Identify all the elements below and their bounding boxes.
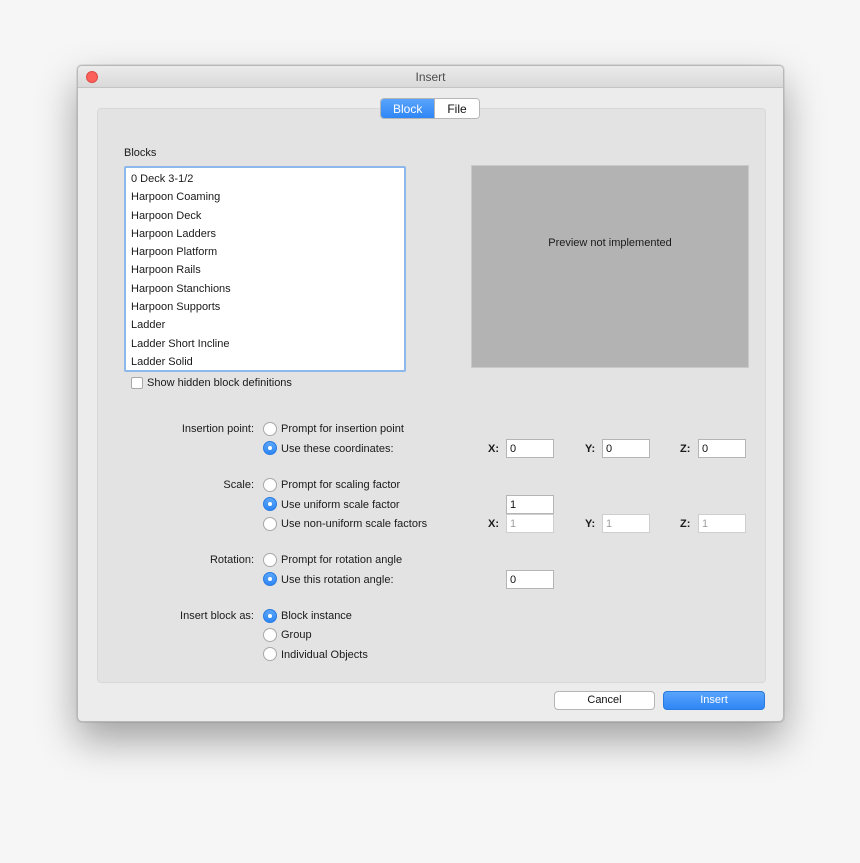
- preview-text: Preview not implemented: [548, 236, 672, 249]
- block-preview: Preview not implemented: [471, 165, 749, 368]
- insert-dialog: Insert Block File Blocks 0 Deck 3-1/2 Ha…: [77, 65, 784, 722]
- scale-y-input[interactable]: 1: [602, 514, 650, 533]
- list-item[interactable]: Harpoon Rails: [126, 261, 404, 279]
- insertion-x-label: X:: [488, 443, 499, 455]
- list-item[interactable]: Ladder: [126, 316, 404, 334]
- radio-block-instance-label: Block instance: [281, 610, 352, 622]
- scale-x-input[interactable]: 1: [506, 514, 554, 533]
- insert-button[interactable]: Insert: [663, 691, 765, 710]
- insertion-point-label: Insertion point:: [181, 423, 254, 435]
- radio-prompt-scale-label: Prompt for scaling factor: [281, 479, 401, 491]
- rotation-label: Rotation:: [209, 554, 254, 566]
- scale-x-label: X:: [488, 518, 499, 530]
- list-item[interactable]: Harpoon Platform: [126, 243, 404, 261]
- blocks-list[interactable]: 0 Deck 3-1/2 Harpoon Coaming Harpoon Dec…: [124, 166, 406, 372]
- radio-group-label: Group: [281, 629, 312, 641]
- radio-block-instance[interactable]: [263, 609, 277, 623]
- list-item[interactable]: Harpoon Stanchions: [126, 280, 404, 298]
- radio-prompt-rotation-label: Prompt for rotation angle: [281, 554, 403, 566]
- blocks-label: Blocks: [124, 147, 157, 159]
- tab-block[interactable]: Block: [381, 99, 435, 118]
- list-item[interactable]: 0 Deck 3-1/2: [126, 170, 404, 188]
- list-item[interactable]: Harpoon Ladders: [126, 225, 404, 243]
- radio-use-coordinates[interactable]: [263, 441, 277, 455]
- radio-rotation-angle[interactable]: [263, 572, 277, 586]
- radio-prompt-insertion-label: Prompt for insertion point: [281, 423, 404, 435]
- show-hidden-checkbox[interactable]: [131, 377, 143, 389]
- radio-prompt-scale[interactable]: [263, 478, 277, 492]
- scale-y-label: Y:: [585, 518, 596, 530]
- window-title: Insert: [415, 70, 446, 84]
- insert-as-label: Insert block as:: [180, 610, 254, 622]
- radio-prompt-insertion[interactable]: [263, 422, 277, 436]
- radio-uniform-scale-label: Use uniform scale factor: [281, 499, 400, 511]
- radio-group[interactable]: [263, 628, 277, 642]
- insertion-z-input[interactable]: 0: [698, 439, 746, 458]
- uniform-scale-input[interactable]: 1: [506, 495, 554, 514]
- insertion-y-label: Y:: [585, 443, 596, 455]
- list-item[interactable]: Harpoon Deck: [126, 207, 404, 225]
- list-item[interactable]: Ladder Solid: [126, 353, 404, 371]
- radio-individual-objects-label: Individual Objects: [281, 649, 368, 661]
- radio-nonuniform-scale-label: Use non-uniform scale factors: [281, 518, 428, 530]
- title-bar[interactable]: Insert: [78, 66, 783, 88]
- scale-label: Scale:: [223, 479, 254, 491]
- radio-uniform-scale[interactable]: [263, 497, 277, 511]
- tab-segmented-control: Block File: [380, 98, 480, 119]
- tab-file[interactable]: File: [434, 99, 479, 118]
- radio-use-coordinates-label: Use these coordinates:: [281, 443, 394, 455]
- insertion-z-label: Z:: [680, 443, 691, 455]
- rotation-angle-input[interactable]: 0: [506, 570, 554, 589]
- cancel-button[interactable]: Cancel: [554, 691, 655, 710]
- radio-rotation-angle-label: Use this rotation angle:: [281, 574, 394, 586]
- scale-z-label: Z:: [680, 518, 691, 530]
- list-item[interactable]: Harpoon Coaming: [126, 188, 404, 206]
- radio-prompt-rotation[interactable]: [263, 553, 277, 567]
- insertion-y-input[interactable]: 0: [602, 439, 650, 458]
- show-hidden-label: Show hidden block definitions: [147, 377, 292, 389]
- radio-nonuniform-scale[interactable]: [263, 517, 277, 531]
- scale-z-input[interactable]: 1: [698, 514, 746, 533]
- list-item[interactable]: Ladder Short Incline: [126, 335, 404, 353]
- radio-individual-objects[interactable]: [263, 647, 277, 661]
- insertion-x-input[interactable]: 0: [506, 439, 554, 458]
- list-item[interactable]: Harpoon Supports: [126, 298, 404, 316]
